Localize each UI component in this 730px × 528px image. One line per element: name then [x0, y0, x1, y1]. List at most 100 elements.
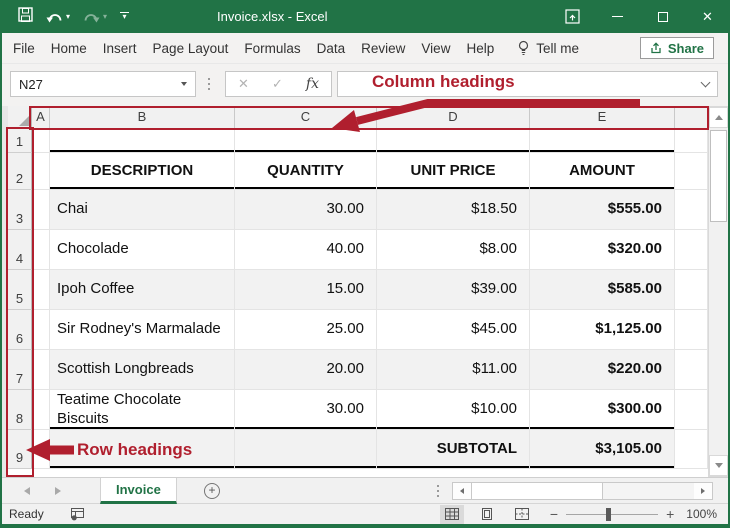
- column-header[interactable]: A: [32, 106, 50, 129]
- cell[interactable]: $220.00: [530, 350, 675, 390]
- horizontal-scrollbar[interactable]: [452, 482, 713, 500]
- previous-sheet-icon[interactable]: [24, 487, 30, 495]
- cell[interactable]: $320.00: [530, 230, 675, 270]
- name-box-dropdown-icon[interactable]: [181, 82, 187, 86]
- vertical-scrollbar[interactable]: [708, 106, 729, 477]
- cell[interactable]: $10.00: [377, 390, 530, 430]
- cell[interactable]: [675, 153, 708, 190]
- cell[interactable]: [530, 129, 675, 153]
- cell[interactable]: [32, 310, 50, 350]
- cell[interactable]: [50, 430, 235, 469]
- scroll-up-button[interactable]: [709, 107, 728, 128]
- formula-bar-expand-icon[interactable]: [701, 78, 711, 88]
- sheet-tab-invoice[interactable]: Invoice: [100, 478, 177, 504]
- select-all-corner[interactable]: [8, 106, 32, 129]
- cell[interactable]: [675, 310, 708, 350]
- cell[interactable]: [32, 129, 50, 153]
- scroll-left-button[interactable]: [453, 483, 471, 499]
- cell[interactable]: $18.50: [377, 190, 530, 230]
- cell[interactable]: Chai: [50, 190, 235, 230]
- cell[interactable]: 30.00: [235, 390, 377, 430]
- cell[interactable]: $45.00: [377, 310, 530, 350]
- cell[interactable]: $11.00: [377, 350, 530, 390]
- cell[interactable]: $1,125.00: [530, 310, 675, 350]
- zoom-slider-thumb[interactable]: [606, 508, 611, 521]
- formula-bar-splitter[interactable]: [208, 78, 210, 80]
- tab-scroll-splitter[interactable]: [437, 485, 439, 487]
- customize-quick-access-icon[interactable]: ▾: [120, 12, 129, 21]
- redo-caret-icon[interactable]: ▾: [103, 13, 107, 21]
- cell[interactable]: Sir Rodney's Marmalade: [50, 310, 235, 350]
- cell[interactable]: UNIT PRICE: [377, 153, 530, 190]
- cell[interactable]: 15.00: [235, 270, 377, 310]
- cell[interactable]: [32, 230, 50, 270]
- minimize-button[interactable]: [595, 0, 640, 33]
- cell[interactable]: $300.00: [530, 390, 675, 430]
- cell[interactable]: [50, 129, 235, 153]
- zoom-out-button[interactable]: −: [550, 506, 558, 522]
- formula-input[interactable]: [337, 71, 718, 97]
- page-break-preview-button[interactable]: [510, 505, 534, 524]
- cancel-icon[interactable]: ✕: [238, 76, 249, 92]
- cell[interactable]: SUBTOTAL: [377, 430, 530, 469]
- undo-button[interactable]: ▾: [46, 10, 70, 24]
- cell[interactable]: [32, 153, 50, 190]
- tab-home[interactable]: Home: [51, 41, 87, 56]
- tab-file[interactable]: File: [13, 41, 35, 56]
- ribbon-display-options-button[interactable]: [550, 0, 595, 33]
- row-header[interactable]: 9: [8, 430, 32, 469]
- cell[interactable]: AMOUNT: [530, 153, 675, 190]
- cell[interactable]: [675, 390, 708, 430]
- column-header[interactable]: [675, 106, 708, 129]
- tell-me-box[interactable]: Tell me: [518, 40, 579, 56]
- new-sheet-button[interactable]: +: [204, 483, 220, 499]
- cell[interactable]: 25.00: [235, 310, 377, 350]
- cell[interactable]: DESCRIPTION: [50, 153, 235, 190]
- cell[interactable]: $585.00: [530, 270, 675, 310]
- column-header[interactable]: E: [530, 106, 675, 129]
- close-button[interactable]: ✕: [685, 0, 730, 33]
- page-layout-view-button[interactable]: [475, 505, 499, 524]
- save-icon[interactable]: [18, 7, 33, 27]
- normal-view-button[interactable]: [440, 505, 464, 524]
- cell[interactable]: Scottish Longbreads: [50, 350, 235, 390]
- cell[interactable]: Ipoh Coffee: [50, 270, 235, 310]
- cell[interactable]: [675, 190, 708, 230]
- row-header[interactable]: 4: [8, 230, 32, 270]
- zoom-slider[interactable]: [566, 508, 658, 521]
- tab-insert[interactable]: Insert: [103, 41, 137, 56]
- cell[interactable]: 20.00: [235, 350, 377, 390]
- horizontal-scrollbar-track[interactable]: [603, 483, 694, 499]
- cell[interactable]: [32, 390, 50, 430]
- cell[interactable]: 40.00: [235, 230, 377, 270]
- tab-review[interactable]: Review: [361, 41, 405, 56]
- tab-page-layout[interactable]: Page Layout: [153, 41, 229, 56]
- cell[interactable]: [675, 129, 708, 153]
- cell[interactable]: [675, 350, 708, 390]
- cell[interactable]: [675, 230, 708, 270]
- cell[interactable]: [32, 190, 50, 230]
- cell[interactable]: [32, 270, 50, 310]
- name-box[interactable]: N27: [10, 71, 196, 97]
- zoom-level[interactable]: 100%: [686, 507, 717, 521]
- cell[interactable]: [377, 129, 530, 153]
- cell[interactable]: [32, 350, 50, 390]
- tab-help[interactable]: Help: [466, 41, 494, 56]
- scroll-down-button[interactable]: [709, 455, 728, 476]
- horizontal-scrollbar-thumb[interactable]: [471, 483, 603, 499]
- tab-data[interactable]: Data: [317, 41, 346, 56]
- cell[interactable]: [235, 430, 377, 469]
- column-header[interactable]: B: [50, 106, 235, 129]
- row-header[interactable]: 7: [8, 350, 32, 390]
- cell[interactable]: [32, 430, 50, 469]
- cell[interactable]: QUANTITY: [235, 153, 377, 190]
- cell[interactable]: Teatime Chocolate Biscuits: [50, 390, 235, 430]
- macro-record-icon[interactable]: [71, 508, 85, 521]
- insert-function-icon[interactable]: fx: [306, 76, 319, 92]
- undo-caret-icon[interactable]: ▾: [66, 13, 70, 21]
- redo-button[interactable]: ▾: [83, 10, 107, 24]
- cell[interactable]: [235, 129, 377, 153]
- tab-formulas[interactable]: Formulas: [244, 41, 300, 56]
- column-header[interactable]: D: [377, 106, 530, 129]
- zoom-in-button[interactable]: +: [666, 506, 674, 522]
